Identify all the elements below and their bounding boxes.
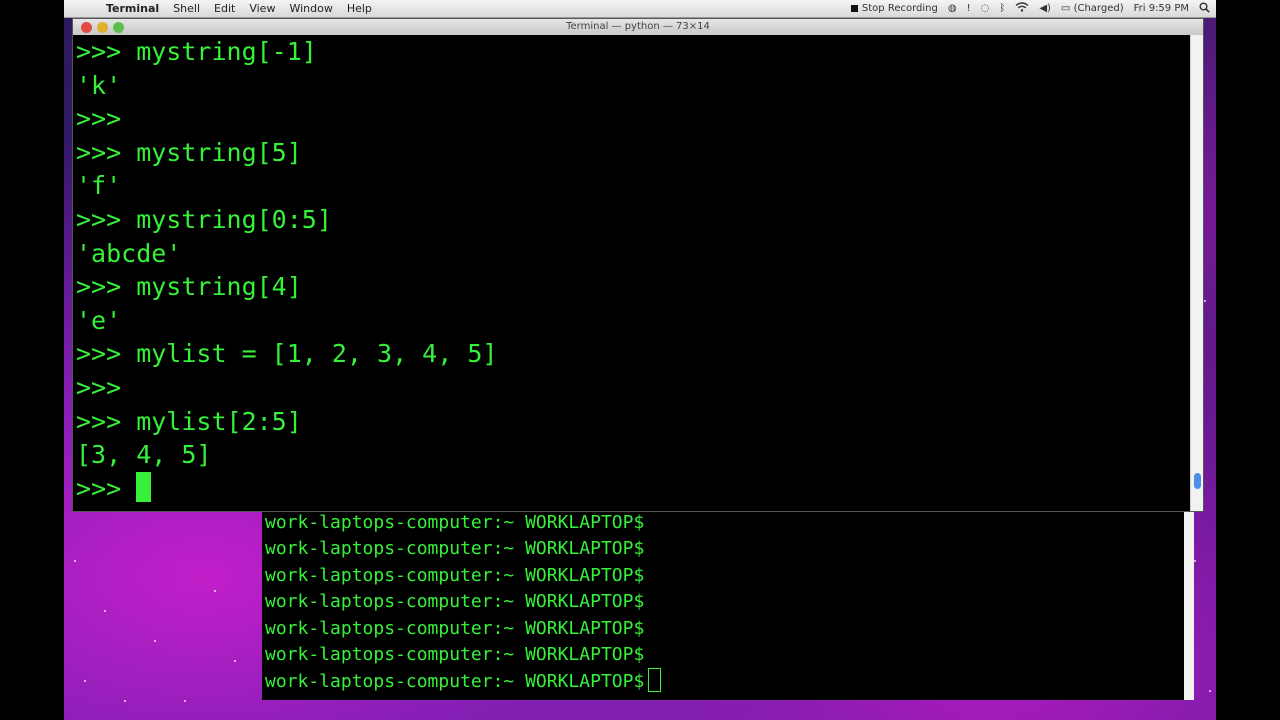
python-line: 'e' (76, 305, 122, 335)
alert-icon[interactable]: ! (967, 3, 971, 14)
menu-edit[interactable]: Edit (214, 2, 235, 15)
clock[interactable]: Fri 9:59 PM (1134, 3, 1189, 14)
menu-window[interactable]: Window (289, 2, 332, 15)
battery-indicator[interactable]: ▭ (Charged) (1061, 3, 1124, 14)
python-window-titlebar[interactable]: Terminal — python — 73×14 (73, 19, 1203, 35)
menu-bar: Terminal Shell Edit View Window Help Sto… (64, 0, 1216, 18)
python-line: [3, 4, 5] (76, 440, 212, 470)
menu-terminal[interactable]: Terminal (106, 2, 159, 15)
battery-icon: ▭ (1060, 3, 1071, 14)
shell-prompt: work-laptops-computer:~ WORKLAPTOP$ (265, 671, 645, 693)
shell-scrollbar[interactable] (1184, 510, 1194, 700)
battery-label: (Charged) (1073, 3, 1124, 14)
shell-line: work-laptops-computer:~ WORKLAPTOP$ (265, 617, 645, 639)
minimize-window-button[interactable] (97, 22, 108, 33)
close-window-button[interactable] (81, 22, 92, 33)
python-line: >>> mystring[4] (76, 272, 302, 302)
volume-icon[interactable]: ◀) (1039, 3, 1051, 14)
shell-line: work-laptops-computer:~ WORKLAPTOP$ (265, 644, 645, 666)
menu-shell[interactable]: Shell (173, 2, 200, 15)
stop-recording-button[interactable]: Stop Recording (850, 3, 938, 14)
shell-line: work-laptops-computer:~ WORKLAPTOP$ (265, 564, 645, 586)
sync-icon[interactable]: ◌ (981, 3, 990, 14)
python-line: >>> (76, 104, 122, 134)
python-line: 'f' (76, 171, 122, 201)
menu-view[interactable]: View (249, 2, 275, 15)
globe-icon[interactable]: ◍ (948, 3, 957, 14)
python-line: >>> (76, 372, 122, 402)
shell-line: work-laptops-computer:~ WORKLAPTOP$ (265, 538, 645, 560)
python-scrollbar[interactable] (1190, 35, 1203, 511)
shell-line: work-laptops-computer:~ WORKLAPTOP$ (265, 512, 645, 533)
shell-terminal-output: work-laptops-computer:~ WORKLAPTOP$ work… (265, 510, 662, 696)
python-cursor (136, 471, 152, 502)
zoom-window-button[interactable] (113, 22, 124, 33)
python-line: >>> mylist[2:5] (76, 406, 302, 436)
wifi-icon[interactable] (1015, 2, 1029, 15)
python-scrollbar-thumb[interactable] (1194, 473, 1201, 489)
stop-recording-label: Stop Recording (861, 3, 938, 14)
bluetooth-icon[interactable]: ᛒ (999, 3, 1005, 14)
shell-line: work-laptops-computer:~ WORKLAPTOP$ (265, 591, 645, 613)
status-area: Stop Recording ◍ ! ◌ ᛒ ◀) ▭ (Charged) Fr… (850, 0, 1210, 17)
python-prompt: >>> (76, 473, 137, 503)
python-terminal-output[interactable]: >>> mystring[-1] 'k' >>> >>> mystring[5]… (73, 35, 1191, 511)
shell-terminal-window[interactable]: work-laptops-computer:~ WORKLAPTOP$ work… (262, 510, 1194, 700)
stop-icon (850, 4, 858, 12)
python-terminal-window[interactable]: Terminal — python — 73×14 >>> mystring[-… (72, 18, 1204, 512)
shell-cursor (648, 668, 662, 693)
spotlight-search-icon[interactable] (1199, 2, 1210, 16)
python-line: >>> mylist = [1, 2, 3, 4, 5] (76, 339, 498, 369)
python-line: 'k' (76, 70, 122, 100)
python-line: >>> mystring[5] (76, 137, 302, 167)
python-line: >>> mystring[0:5] (76, 204, 332, 234)
python-line: 'abcde' (76, 238, 182, 268)
python-line: >>> mystring[-1] (76, 37, 317, 66)
window-title: Terminal — python — 73×14 (566, 21, 710, 32)
menu-help[interactable]: Help (347, 2, 372, 15)
